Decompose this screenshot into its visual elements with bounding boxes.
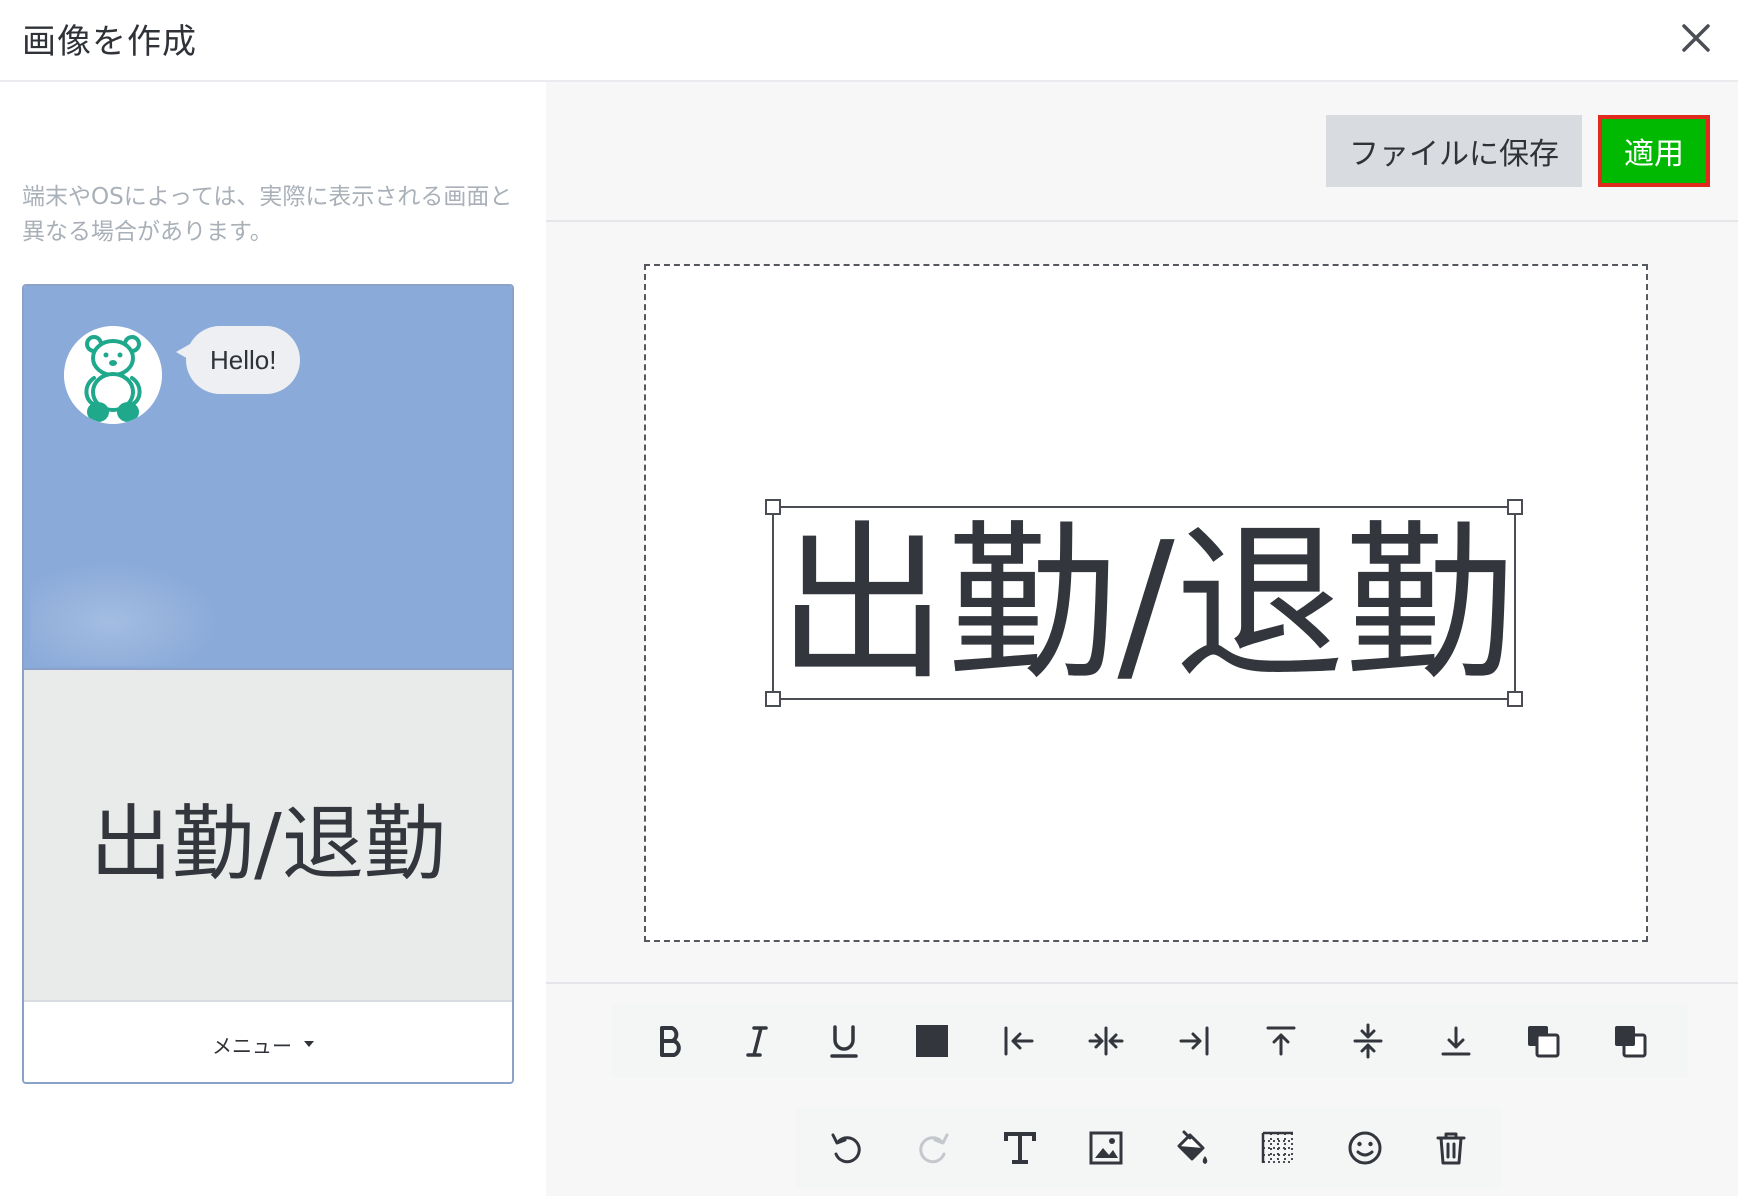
format-toolbar bbox=[612, 1004, 1688, 1078]
align-left-icon[interactable] bbox=[991, 1013, 1047, 1069]
background-cloud bbox=[30, 556, 230, 666]
richmenu-preview: 出勤/退勤 bbox=[24, 668, 512, 1000]
editor-panel: ファイルに保存 適用 出勤/退勤 bbox=[546, 82, 1738, 1196]
resize-handle-top-left[interactable] bbox=[765, 499, 781, 515]
underline-icon[interactable] bbox=[816, 1013, 872, 1069]
bold-icon[interactable] bbox=[642, 1013, 698, 1069]
tools-toolbar bbox=[796, 1108, 1502, 1188]
trash-icon[interactable] bbox=[1423, 1120, 1479, 1176]
bring-forward-icon[interactable] bbox=[1515, 1013, 1571, 1069]
resize-handle-bottom-left[interactable] bbox=[765, 691, 781, 707]
caret-down-icon bbox=[304, 1041, 314, 1047]
apply-button[interactable]: 適用 bbox=[1598, 115, 1710, 187]
image-icon[interactable] bbox=[1078, 1120, 1134, 1176]
italic-icon[interactable] bbox=[729, 1013, 785, 1069]
menu-toggle-button[interactable]: メニュー bbox=[212, 1028, 314, 1060]
dialog-header: 画像を作成 bbox=[0, 0, 1738, 82]
editor-topbar: ファイルに保存 適用 bbox=[546, 82, 1738, 222]
undo-icon[interactable] bbox=[819, 1120, 875, 1176]
chat-bubble: Hello! bbox=[175, 326, 301, 394]
grid-icon[interactable] bbox=[1250, 1120, 1306, 1176]
dialog-title: 画像を作成 bbox=[22, 22, 197, 62]
align-right-icon[interactable] bbox=[1166, 1013, 1222, 1069]
menu-bar: メニュー bbox=[24, 1000, 512, 1082]
phone-preview: Hello! 出勤/退勤 メニュー bbox=[22, 284, 514, 1084]
chat-area: Hello! bbox=[24, 286, 512, 668]
align-top-icon[interactable] bbox=[1253, 1013, 1309, 1069]
close-icon[interactable] bbox=[1676, 18, 1716, 58]
image-canvas[interactable]: 出勤/退勤 bbox=[644, 264, 1648, 942]
align-middle-icon[interactable] bbox=[1340, 1013, 1396, 1069]
fill-bucket-icon[interactable] bbox=[1164, 1120, 1220, 1176]
preview-note: 端末やOSによっては、実際に表示される画面と異なる場合があります。 bbox=[22, 184, 513, 245]
save-to-file-button[interactable]: ファイルに保存 bbox=[1326, 115, 1582, 187]
richmenu-label: 出勤/退勤 bbox=[90, 796, 446, 892]
text-color-swatch-icon[interactable] bbox=[904, 1013, 960, 1069]
text-object[interactable]: 出勤/退勤 bbox=[765, 499, 1523, 707]
menu-label: メニュー bbox=[212, 1033, 292, 1058]
align-center-icon[interactable] bbox=[1078, 1013, 1134, 1069]
align-bottom-icon[interactable] bbox=[1428, 1013, 1484, 1069]
editor-bottom bbox=[546, 982, 1738, 1196]
text-object-content[interactable]: 出勤/退勤 bbox=[774, 508, 1518, 702]
resize-handle-top-right[interactable] bbox=[1507, 499, 1523, 515]
redo-icon[interactable] bbox=[905, 1120, 961, 1176]
resize-handle-bottom-right[interactable] bbox=[1507, 691, 1523, 707]
preview-panel: 端末やOSによっては、実際に表示される画面と異なる場合があります。 Hello!… bbox=[0, 82, 546, 1196]
send-backward-icon[interactable] bbox=[1602, 1013, 1658, 1069]
teddy-bear-icon bbox=[64, 326, 162, 424]
text-icon[interactable] bbox=[992, 1120, 1048, 1176]
emoji-icon[interactable] bbox=[1337, 1120, 1393, 1176]
